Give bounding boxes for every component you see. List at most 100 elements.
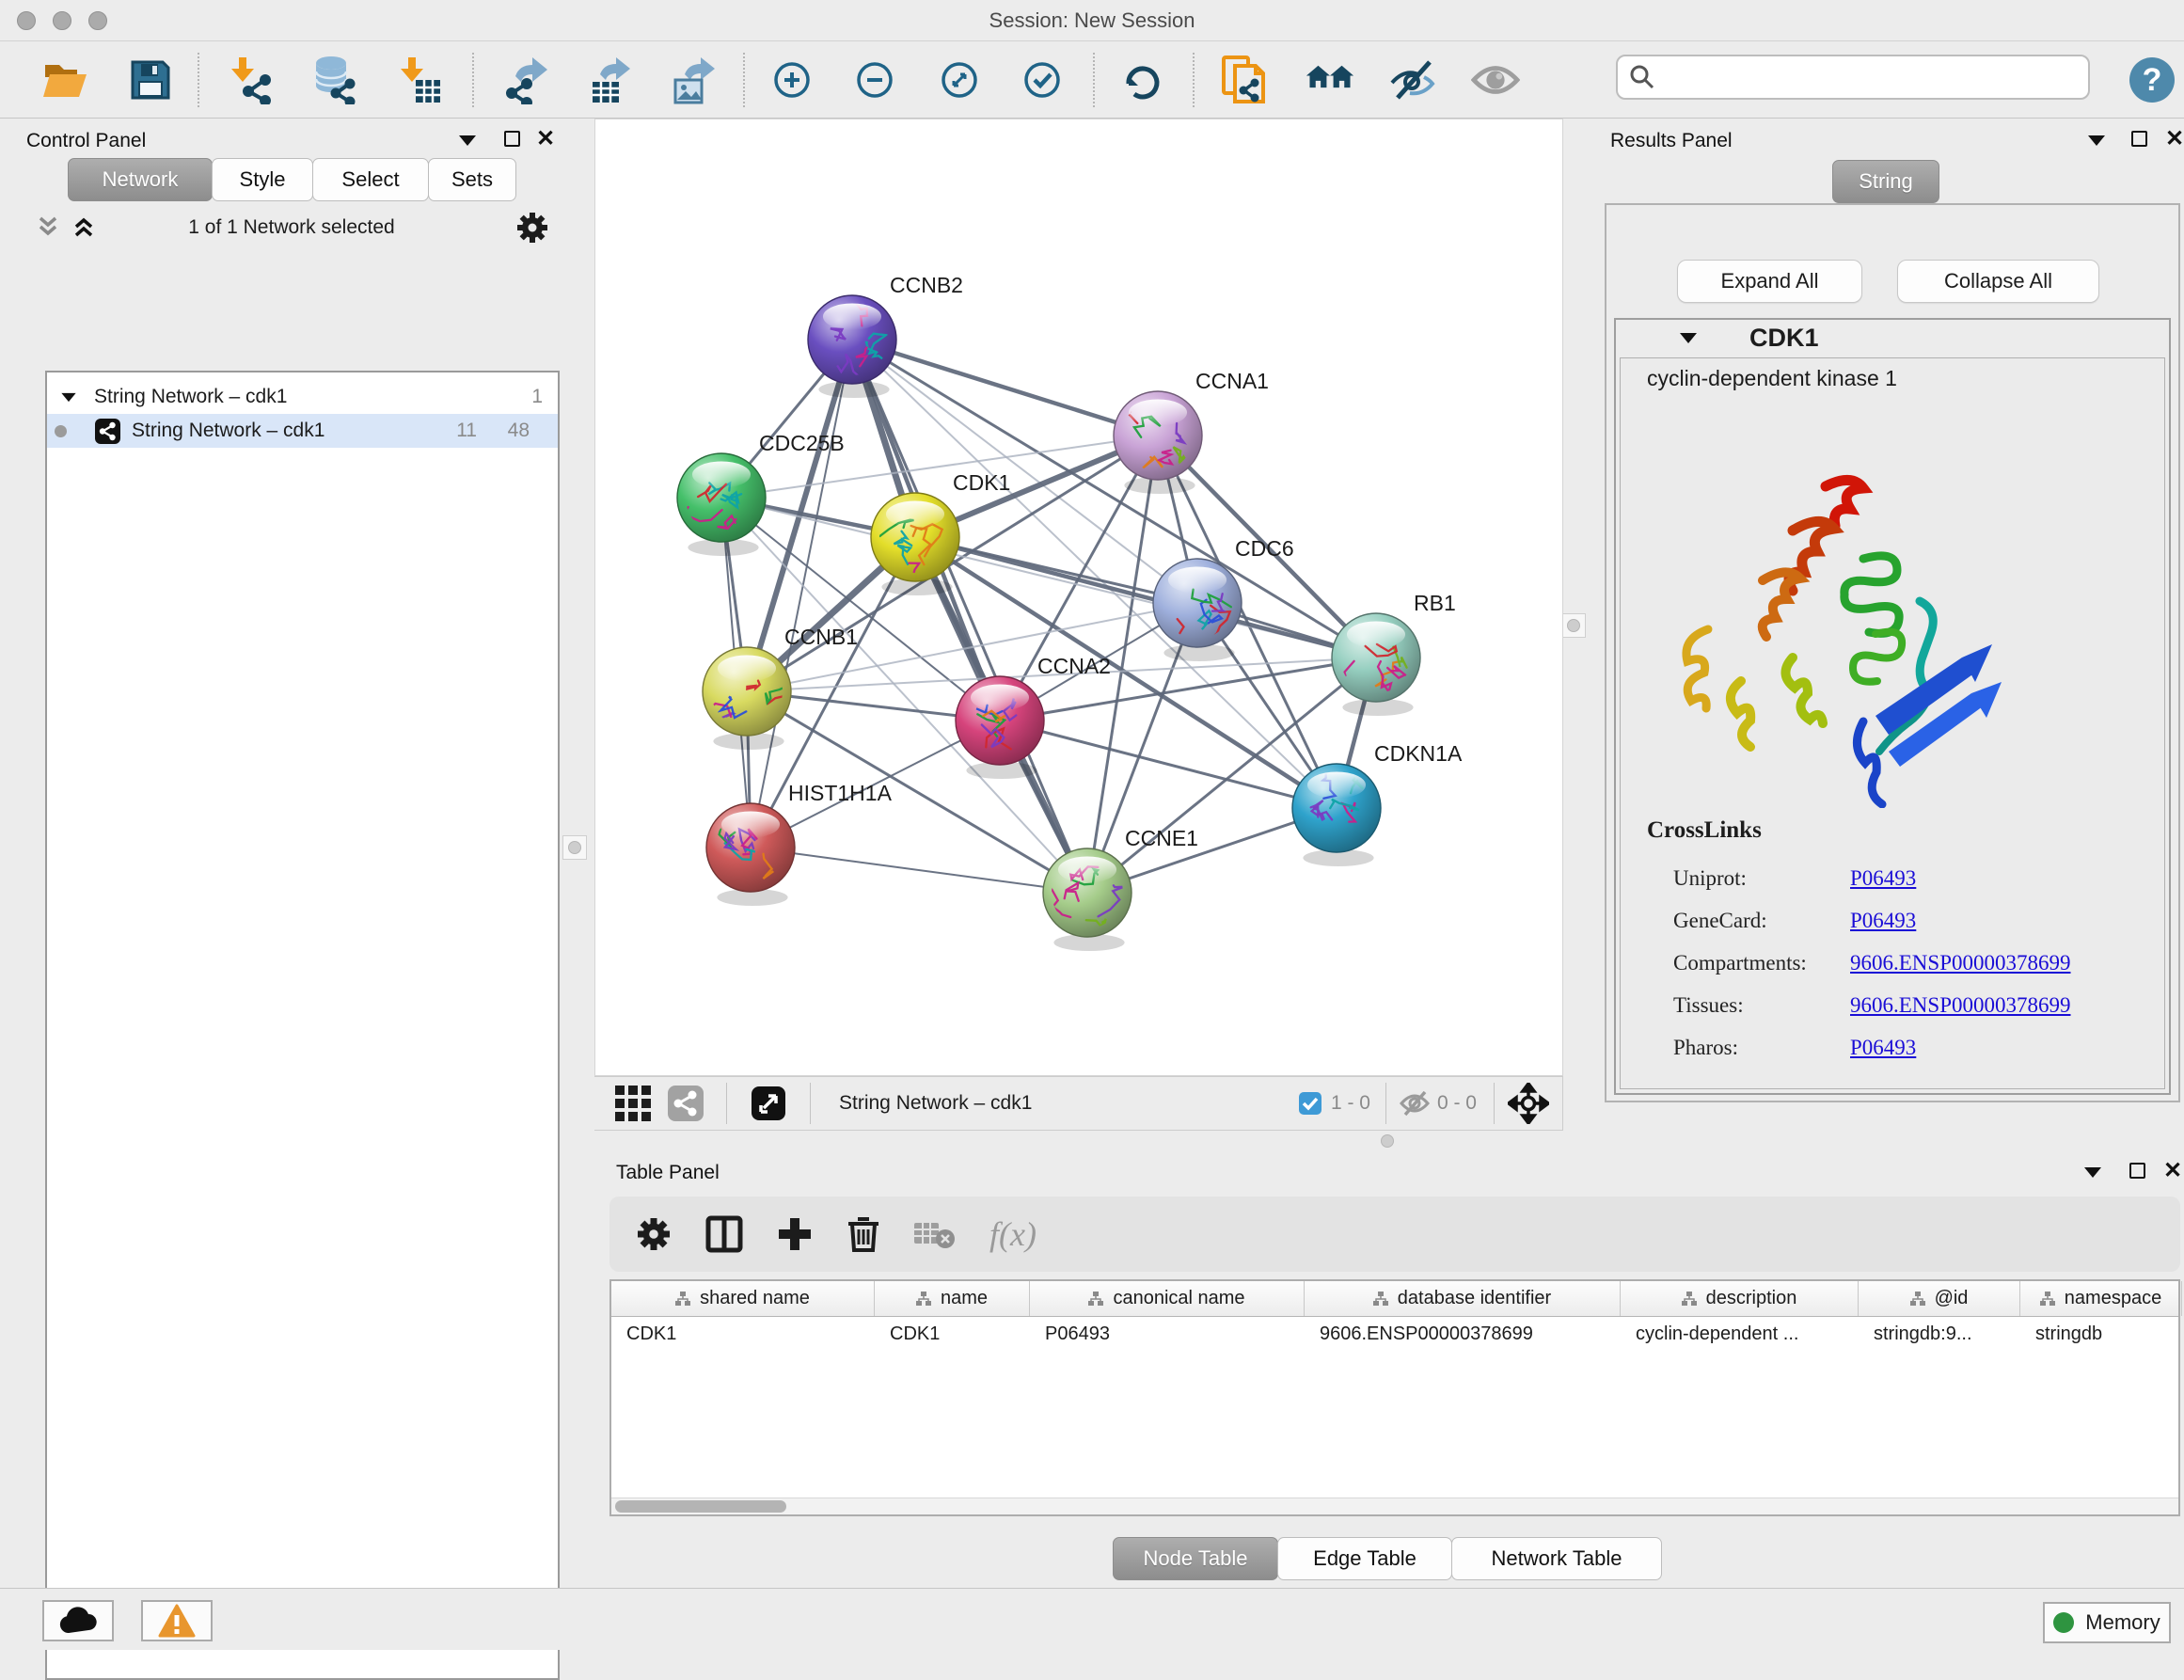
crosslink-link[interactable]: 9606.ENSP00000378699 (1850, 993, 2071, 1018)
control-panel-close-icon[interactable]: ✕ (536, 131, 555, 147)
tab-network[interactable]: Network (68, 158, 213, 201)
save-session-icon[interactable] (126, 55, 175, 104)
column-header-namespace[interactable]: namespace (2020, 1281, 2182, 1316)
table-panel-close-icon[interactable]: ✕ (2163, 1163, 2182, 1179)
left-splitter-handle[interactable] (562, 835, 587, 860)
expand-all-button[interactable]: Expand All (1677, 260, 1862, 303)
warning-button[interactable] (141, 1600, 213, 1641)
tree-expander-icon[interactable] (61, 392, 75, 401)
crosslink-link[interactable]: P06493 (1850, 909, 1916, 933)
table-hscrollbar[interactable] (611, 1498, 2178, 1514)
zoom-selected-icon[interactable] (1018, 55, 1067, 104)
table-cell[interactable]: P06493 (1030, 1323, 1305, 1345)
control-panel: Control Panel ✕ NetworkStyleSelectSets 1… (0, 119, 593, 1588)
column-header-shared-name[interactable]: shared name (611, 1281, 875, 1316)
control-panel-menu-icon[interactable] (459, 135, 476, 146)
crosslink-link[interactable]: P06493 (1850, 866, 1916, 891)
apply-layout-icon[interactable] (1117, 55, 1166, 104)
network-edge[interactable] (852, 340, 1158, 436)
tab-network-table[interactable]: Network Table (1451, 1537, 1662, 1580)
table-cell[interactable]: cyclin-dependent ... (1621, 1323, 1859, 1345)
open-session-icon[interactable] (41, 55, 90, 104)
network-graph[interactable]: CCNB2CCNA1CDC25BCDK1CDC6RB1CCNB1CCNA2CDK… (595, 119, 1562, 1075)
column-header-name[interactable]: name (875, 1281, 1030, 1316)
tab-style[interactable]: Style (212, 158, 313, 201)
tab-node-table[interactable]: Node Table (1113, 1537, 1278, 1580)
memory-button[interactable]: Memory (2043, 1602, 2171, 1643)
bottom-splitter-handle[interactable] (1381, 1134, 1394, 1148)
network-edge[interactable] (751, 848, 1087, 893)
selected-checkbox-icon[interactable] (1299, 1092, 1321, 1115)
column-header-description[interactable]: description (1621, 1281, 1859, 1316)
table-cell[interactable]: stringdb:9... (1859, 1323, 2020, 1345)
table-panel-menu-icon[interactable] (2084, 1167, 2101, 1178)
first-neighbors-icon[interactable] (1306, 55, 1354, 104)
import-network-file-icon[interactable] (228, 55, 277, 104)
delete-column-icon[interactable] (847, 1215, 880, 1253)
network-overview-icon[interactable] (668, 1086, 704, 1121)
table-cell[interactable]: CDK1 (875, 1323, 1030, 1345)
results-panel-menu-icon[interactable] (2088, 135, 2105, 146)
column-header-database-identifier[interactable]: database identifier (1305, 1281, 1621, 1316)
network-edge[interactable] (852, 340, 1087, 893)
help-icon[interactable]: ? (2128, 55, 2176, 104)
pan-crosshair-icon[interactable] (1508, 1083, 1549, 1124)
show-columns-icon[interactable] (705, 1215, 743, 1253)
node-table[interactable]: shared namenamecanonical namedatabase id… (609, 1279, 2180, 1516)
export-network-icon[interactable] (502, 55, 551, 104)
search-box[interactable] (1616, 55, 2090, 100)
network-edge[interactable] (915, 537, 1376, 658)
control-panel-float-icon[interactable] (504, 131, 520, 147)
search-input[interactable] (1616, 55, 2090, 100)
network-node-rb1[interactable] (1321, 613, 1420, 716)
network-edge[interactable] (751, 340, 852, 848)
tab-sets[interactable]: Sets (428, 158, 516, 201)
network-node-hist1h1a[interactable] (706, 803, 795, 906)
right-splitter-handle[interactable] (1561, 613, 1586, 638)
table-options-gear-icon[interactable] (636, 1216, 672, 1252)
table-cell[interactable]: 9606.ENSP00000378699 (1305, 1323, 1621, 1345)
birds-eye-view-icon[interactable] (615, 1086, 651, 1121)
tab-select[interactable]: Select (312, 158, 429, 201)
network-row-selected[interactable]: String Network – cdk1 11 48 (47, 414, 558, 448)
expand-all-networks-icon[interactable] (70, 213, 98, 241)
collapse-all-button[interactable]: Collapse All (1897, 260, 2099, 303)
crosslink-link[interactable]: P06493 (1850, 1036, 1916, 1060)
zoom-in-icon[interactable] (768, 55, 816, 104)
cloud-button[interactable] (42, 1600, 114, 1641)
table-row[interactable]: CDK1CDK1P064939606.ENSP00000378699cyclin… (611, 1317, 2178, 1351)
show-eye-icon[interactable] (1471, 55, 1520, 104)
network-node-cdkn1a[interactable] (1292, 764, 1381, 866)
network-options-gear-icon[interactable] (515, 211, 549, 245)
detach-view-icon[interactable] (752, 1086, 785, 1120)
import-network-database-icon[interactable] (310, 55, 359, 104)
network-collection-row[interactable]: String Network – cdk1 1 (47, 380, 558, 414)
network-node-cdc25b[interactable] (677, 453, 766, 556)
protein-collapse-icon[interactable] (1680, 333, 1697, 343)
results-panel-close-icon[interactable]: ✕ (2165, 131, 2184, 147)
crosslink-link[interactable]: 9606.ENSP00000378699 (1850, 951, 2071, 975)
network-node-cdc6[interactable] (1153, 559, 1242, 661)
network-node-ccnb2[interactable] (808, 295, 896, 398)
tab-string[interactable]: String (1832, 160, 1939, 203)
results-panel-float-icon[interactable] (2131, 131, 2147, 147)
table-panel-float-icon[interactable] (2129, 1163, 2145, 1179)
network-node-ccne1[interactable] (1042, 848, 1132, 951)
column-header-id[interactable]: @id (1859, 1281, 2020, 1316)
export-table-icon[interactable] (585, 55, 634, 104)
tab-edge-table[interactable]: Edge Table (1277, 1537, 1452, 1580)
clone-network-icon[interactable] (1221, 55, 1270, 104)
add-column-icon[interactable] (777, 1216, 813, 1252)
import-table-icon[interactable] (395, 55, 444, 104)
network-node-ccna1[interactable] (1114, 391, 1202, 494)
zoom-out-icon[interactable] (850, 55, 899, 104)
table-cell[interactable]: stringdb (2020, 1323, 2182, 1345)
hide-eye-icon[interactable] (1388, 55, 1437, 104)
zoom-fit-icon[interactable] (935, 55, 984, 104)
export-image-icon[interactable] (668, 55, 717, 104)
collapse-all-networks-icon[interactable] (34, 213, 62, 241)
table-cell[interactable]: CDK1 (611, 1323, 875, 1345)
table-hscrollbar-thumb[interactable] (615, 1500, 786, 1513)
network-canvas[interactable]: CCNB2CCNA1CDC25BCDK1CDC6RB1CCNB1CCNA2CDK… (594, 119, 1563, 1076)
column-header-canonical-name[interactable]: canonical name (1030, 1281, 1305, 1316)
